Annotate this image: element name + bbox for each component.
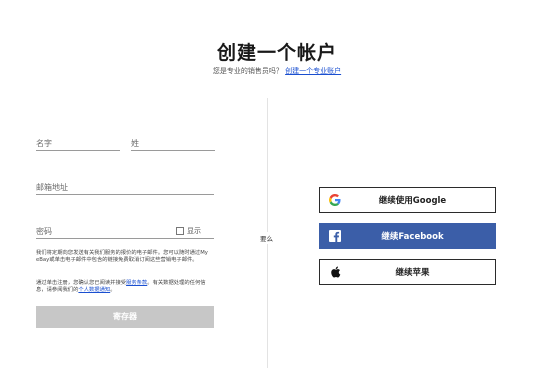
terms-prefix: 通过单击注册，您确认您已阅读并接受: [36, 280, 127, 286]
google-signin-label: 继续使用Google: [378, 196, 447, 206]
privacy-notice-link[interactable]: 个人数据通知: [78, 287, 110, 293]
first-name-input[interactable]: [36, 139, 120, 148]
show-password-label: 显示: [187, 227, 201, 235]
create-pro-account-link[interactable]: 创建一个专业账户: [285, 67, 341, 75]
last-name-input[interactable]: [131, 139, 215, 148]
terms-notice: 通过单击注册，您确认您已阅读并接受服务条款。有关数据处理的任何信息，请参阅我们的…: [36, 280, 216, 295]
last-name-field[interactable]: [131, 138, 215, 151]
apple-signin-label: 继续苹果: [395, 268, 430, 278]
register-button[interactable]: 寄存器: [36, 306, 214, 328]
pro-seller-question: 您是专业的销售员吗？: [212, 67, 283, 75]
apple-icon: [320, 266, 350, 278]
page-subtitle: 您是专业的销售员吗？ 创建一个专业账户: [0, 66, 554, 76]
terms-suffix: 。: [110, 287, 116, 294]
facebook-signin-button[interactable]: 继续Facebook: [319, 223, 496, 249]
page-title: 创建一个帐户: [216, 42, 337, 64]
google-signin-button[interactable]: 继续使用Google: [319, 187, 496, 213]
apple-signin-button[interactable]: 继续苹果: [319, 259, 496, 285]
email-field[interactable]: [36, 182, 214, 195]
show-password-toggle[interactable]: 显示: [176, 226, 201, 236]
show-password-checkbox[interactable]: [176, 227, 184, 235]
terms-of-service-link[interactable]: 服务条款: [126, 280, 147, 286]
marketing-notice: 我们将定期向您发送有关我们服务的报价的电子邮件。您可以随时通过My eBay或单…: [36, 250, 208, 264]
facebook-icon: [320, 230, 350, 242]
facebook-signin-label: 继续Facebook: [381, 232, 444, 242]
email-input[interactable]: [36, 183, 214, 192]
first-name-field[interactable]: [36, 138, 120, 151]
google-icon: [320, 194, 350, 206]
or-separator: 要么: [260, 232, 273, 244]
